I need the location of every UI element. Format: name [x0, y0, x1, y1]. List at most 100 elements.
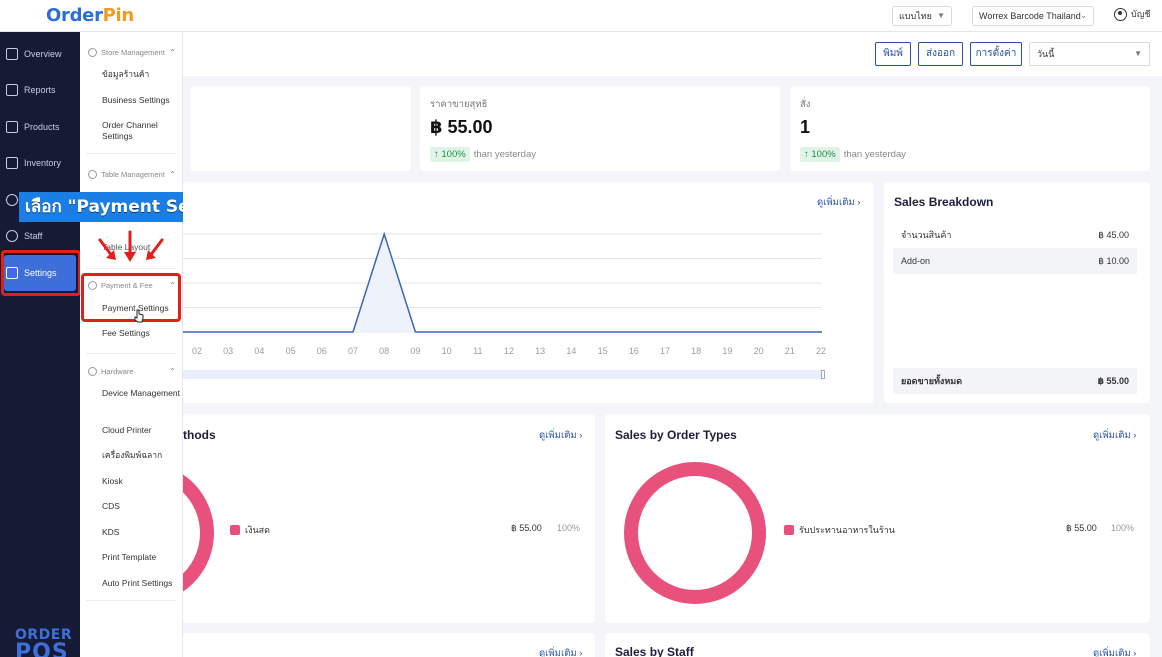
x-tick-label: 02 — [191, 346, 202, 356]
account-menu[interactable]: บัญชี — [1114, 7, 1151, 21]
legend-swatch — [784, 525, 794, 535]
x-tick-label: 16 — [628, 346, 639, 356]
x-tick-label: 15 — [597, 346, 608, 356]
divider — [86, 353, 176, 354]
menu-item-business-settings[interactable]: Business Settings — [102, 95, 180, 106]
main-sidebar: Overview Reports Products Inventory Staf… — [0, 32, 80, 657]
payment-methods-card — [183, 414, 595, 623]
payment-methods-title: thods — [183, 428, 216, 442]
scrollbar-handle[interactable] — [821, 370, 825, 379]
section-table-management[interactable]: Table Management ⌃ — [88, 170, 176, 179]
legend-amount: ฿ 55.00 — [1066, 523, 1097, 533]
top-bar: OrderPin แบบไทย ▼ Worrex Barcode Thailand… — [0, 0, 1162, 32]
stat-card-orders: สั่ง 1 ↑ 100% than yesterday — [790, 86, 1150, 171]
x-tick-label: 21 — [784, 346, 795, 356]
sales-by-staff-more-link[interactable]: ดูเพิ่มเติม › — [1093, 646, 1136, 657]
period-select[interactable]: วันนี้ ▼ — [1029, 42, 1150, 66]
menu-item-kiosk[interactable]: Kiosk — [102, 476, 180, 487]
x-tick-label: 19 — [722, 346, 733, 356]
menu-item-cds[interactable]: CDS — [102, 501, 180, 512]
stat-value: ฿ 55.00 — [430, 117, 493, 137]
table-icon — [88, 170, 97, 179]
store-select[interactable]: Worrex Barcode Thailand ⌄ — [972, 6, 1094, 26]
settings-button[interactable]: การตั้งค่า — [970, 42, 1022, 66]
legend-swatch — [230, 525, 240, 535]
x-tick-label: 11 — [473, 346, 483, 356]
menu-item-store-info[interactable]: ข้อมูลร้านค้า — [102, 69, 180, 80]
bottom-left-more-link[interactable]: ดูเพิ่มเติม › — [539, 646, 582, 657]
sales-by-staff-title: Sales by Staff — [615, 645, 694, 657]
chevron-up-icon: ⌃ — [169, 48, 176, 57]
store-icon — [88, 48, 97, 57]
section-store-management[interactable]: Store Management ⌃ — [88, 48, 176, 57]
language-select[interactable]: แบบไทย ▼ — [892, 6, 952, 26]
stat-card-left — [190, 86, 411, 171]
divider — [86, 600, 176, 601]
menu-item-cloud-printer[interactable]: Cloud Printer — [102, 425, 180, 436]
settings-highlight-box — [1, 250, 81, 296]
orderpin-logo[interactable]: OrderPin — [46, 5, 134, 26]
arrow-down-right-icon — [98, 238, 114, 258]
section-hardware[interactable]: Hardware ⌃ — [88, 367, 176, 376]
menu-item-label-printer[interactable]: เครื่องพิมพ์ฉลาก — [102, 450, 180, 461]
payment-methods-more-link[interactable]: ดูเพิ่มเติม › — [539, 428, 582, 443]
export-button[interactable]: ส่งออก — [918, 42, 963, 66]
grid-icon — [6, 48, 18, 60]
x-tick-label: 09 — [410, 346, 421, 356]
arrow-down-left-icon — [148, 238, 164, 258]
settings-submenu: Store Management ⌃ ข้อมูลร้านค้า Business… — [80, 32, 183, 657]
chart-icon — [6, 84, 18, 96]
x-tick-label: 07 — [347, 346, 358, 356]
x-tick-label: 12 — [503, 346, 514, 356]
legend-dine-in: รับประทานอาหารในร้าน — [784, 523, 895, 537]
menu-item-device-management[interactable]: Device Management — [102, 388, 180, 399]
x-tick-label: 22 — [815, 346, 826, 356]
sidebar-item-staff[interactable]: Staff — [4, 220, 76, 252]
x-tick-label: 04 — [254, 346, 265, 356]
user-circle-icon — [1114, 7, 1127, 21]
arrow-annotations — [98, 230, 164, 262]
payment-donut-chart — [183, 474, 214, 592]
sales-chart-more-link[interactable]: ดูเพิ่มเติม › — [817, 195, 860, 210]
order-types-donut-chart — [624, 462, 766, 604]
divider — [86, 268, 176, 269]
x-tick-label: 05 — [285, 346, 296, 356]
hand-cursor-icon — [134, 309, 144, 323]
order-types-more-link[interactable]: ดูเพิ่มเติม › — [1093, 428, 1136, 443]
chevron-up-icon: ⌃ — [169, 367, 176, 376]
menu-item-fee-settings[interactable]: Fee Settings — [102, 328, 180, 339]
x-tick-label: 18 — [691, 346, 702, 356]
x-tick-label: 20 — [753, 346, 764, 356]
menu-item-auto-print-settings[interactable]: Auto Print Settings — [102, 578, 180, 589]
stat-label: ราคาขายสุทธิ — [430, 99, 488, 110]
sidebar-item-products[interactable]: Products — [4, 111, 76, 143]
menu-item-print-template[interactable]: Print Template — [102, 552, 180, 563]
x-tick-label: 17 — [659, 346, 670, 356]
legend-amount: ฿ 55.00 — [511, 523, 542, 533]
chevron-down-icon: ⌄ — [1080, 11, 1087, 20]
stat-delta: ↑ 100% than yesterday — [800, 147, 906, 162]
legend-percent: 100% — [1111, 523, 1135, 533]
legend-percent: 100% — [557, 523, 581, 533]
menu-item-kds[interactable]: KDS — [102, 527, 180, 538]
x-tick-label: 03 — [223, 346, 234, 356]
bottom-left-card — [183, 633, 595, 657]
sidebar-item-inventory[interactable]: Inventory — [4, 147, 76, 179]
stat-card-net-sales: ราคาขายสุทธิ ฿ 55.00 ↑ 100% than yesterda… — [420, 86, 780, 171]
sidebar-item-reports[interactable]: Reports — [4, 74, 76, 106]
sales-line-chart — [183, 231, 822, 333]
box-icon — [6, 121, 18, 133]
chart-scrollbar[interactable] — [183, 370, 825, 379]
legend-cash: เงินสด — [230, 523, 270, 537]
stat-value: 1 — [800, 117, 811, 137]
sidebar-item-overview[interactable]: Overview — [4, 38, 76, 70]
x-tick-label: 08 — [379, 346, 390, 356]
order-types-title: Sales by Order Types — [615, 428, 737, 442]
print-button[interactable]: พิมพ์ — [875, 42, 911, 66]
breakdown-total-row: ยอดขายทั้งหมด฿ 55.00 — [893, 368, 1137, 394]
divider — [86, 153, 176, 154]
x-tick-label: 06 — [316, 346, 327, 356]
menu-item-order-channel-settings[interactable]: Order Channel Settings — [102, 120, 180, 142]
payment-highlight-box — [81, 273, 181, 322]
breakdown-row: จำนวนสินค้า฿ 45.00 — [901, 229, 1129, 241]
